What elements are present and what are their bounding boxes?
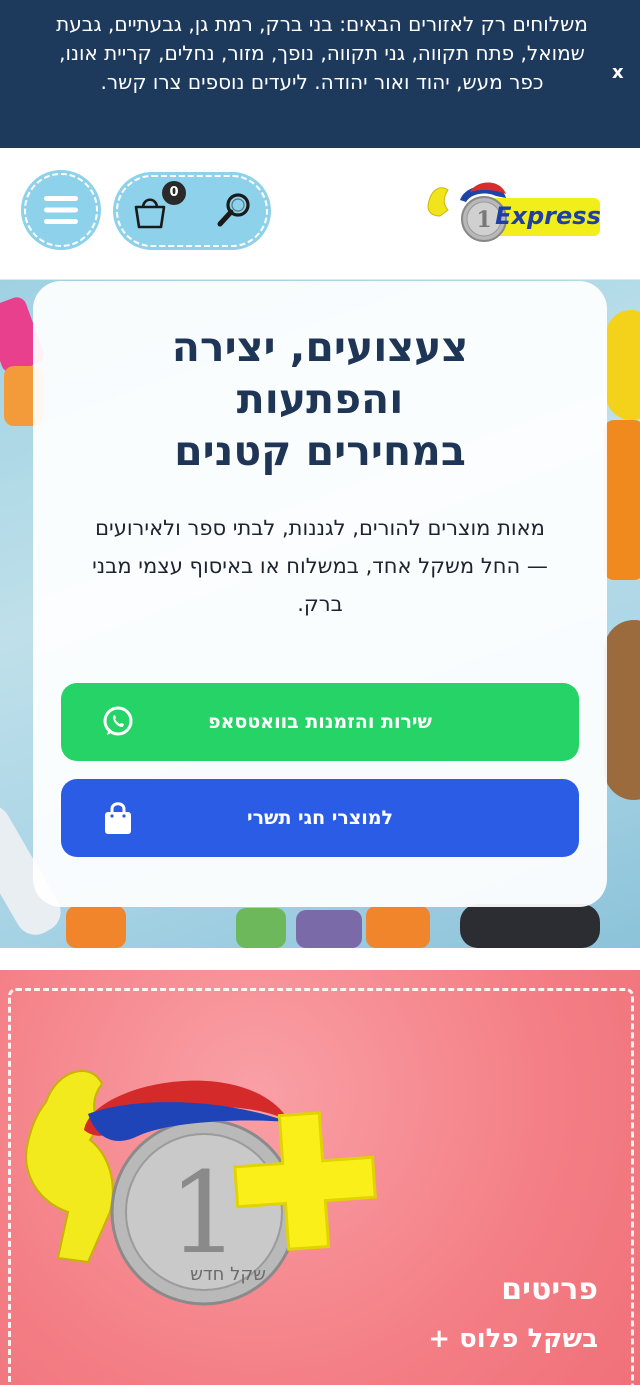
hero-title: צעצועים, יצירה והפתעות במחירים קטנים	[73, 321, 567, 477]
search-icon[interactable]	[214, 190, 254, 230]
site-logo[interactable]: 1 Express	[426, 176, 606, 246]
hero-title-line-2: והפתעות	[236, 375, 404, 423]
promo-title: פריטים	[501, 1272, 598, 1307]
hero-title-line-3: במחירים קטנים	[174, 427, 466, 475]
toy-purple-bottom	[296, 910, 362, 948]
announcement-close-button[interactable]: x	[612, 62, 624, 83]
holiday-products-button[interactable]: למוצרי חגי תשרי	[61, 779, 579, 857]
toy-orange-stick	[604, 420, 640, 580]
site-header: 0 1 Express	[0, 148, 640, 280]
whatsapp-icon	[103, 706, 133, 736]
toy-orange-bottom2	[366, 906, 430, 948]
hero-subtitle: מאות מוצרים להורים, לגננות, לבתי ספר ולא…	[92, 516, 548, 616]
header-tools: 0	[113, 172, 271, 250]
toy-teddy-bear	[604, 620, 640, 800]
holiday-button-label: למוצרי חגי תשרי	[247, 807, 393, 829]
toy-car	[460, 904, 600, 948]
promo-section[interactable]: 1 שקל חדש פריטים בשקל פלוס +	[0, 970, 640, 1385]
coin-text: שקל חדש	[190, 1264, 266, 1285]
hero-card: צעצועים, יצירה והפתעות במחירים קטנים מאו…	[33, 281, 607, 907]
toy-orange-bottom	[66, 906, 126, 948]
hamburger-icon	[44, 196, 78, 224]
shopping-bag-icon	[105, 802, 131, 834]
cart-count-badge: 0	[162, 181, 186, 205]
whatsapp-orders-button[interactable]: שירות והזמנות בוואטסאפ	[61, 683, 579, 761]
logo-coin-number: 1	[476, 207, 491, 233]
hero-section: צעצועים, יצירה והפתעות במחירים קטנים מאו…	[0, 280, 640, 948]
coin-number: 1	[168, 1149, 239, 1279]
toy-yellow-duck	[606, 310, 640, 420]
hero-title-line-1: צעצועים, יצירה	[171, 323, 469, 371]
whatsapp-button-label: שירות והזמנות בוואטסאפ	[208, 711, 432, 733]
toy-green-bottom	[236, 908, 286, 948]
promo-subtitle: בשקל פלוס +	[428, 1324, 598, 1354]
announcement-bar: משלוחים רק לאזורים הבאים: בני ברק, רמת ג…	[0, 0, 640, 148]
menu-button[interactable]	[21, 170, 101, 250]
shekel-plus-illustration: 1 שקל חדש	[25, 1070, 377, 1306]
logo-text: Express	[495, 202, 601, 230]
announcement-text: משלוחים רק לאזורים הבאים: בני ברק, רמת ג…	[56, 12, 588, 94]
